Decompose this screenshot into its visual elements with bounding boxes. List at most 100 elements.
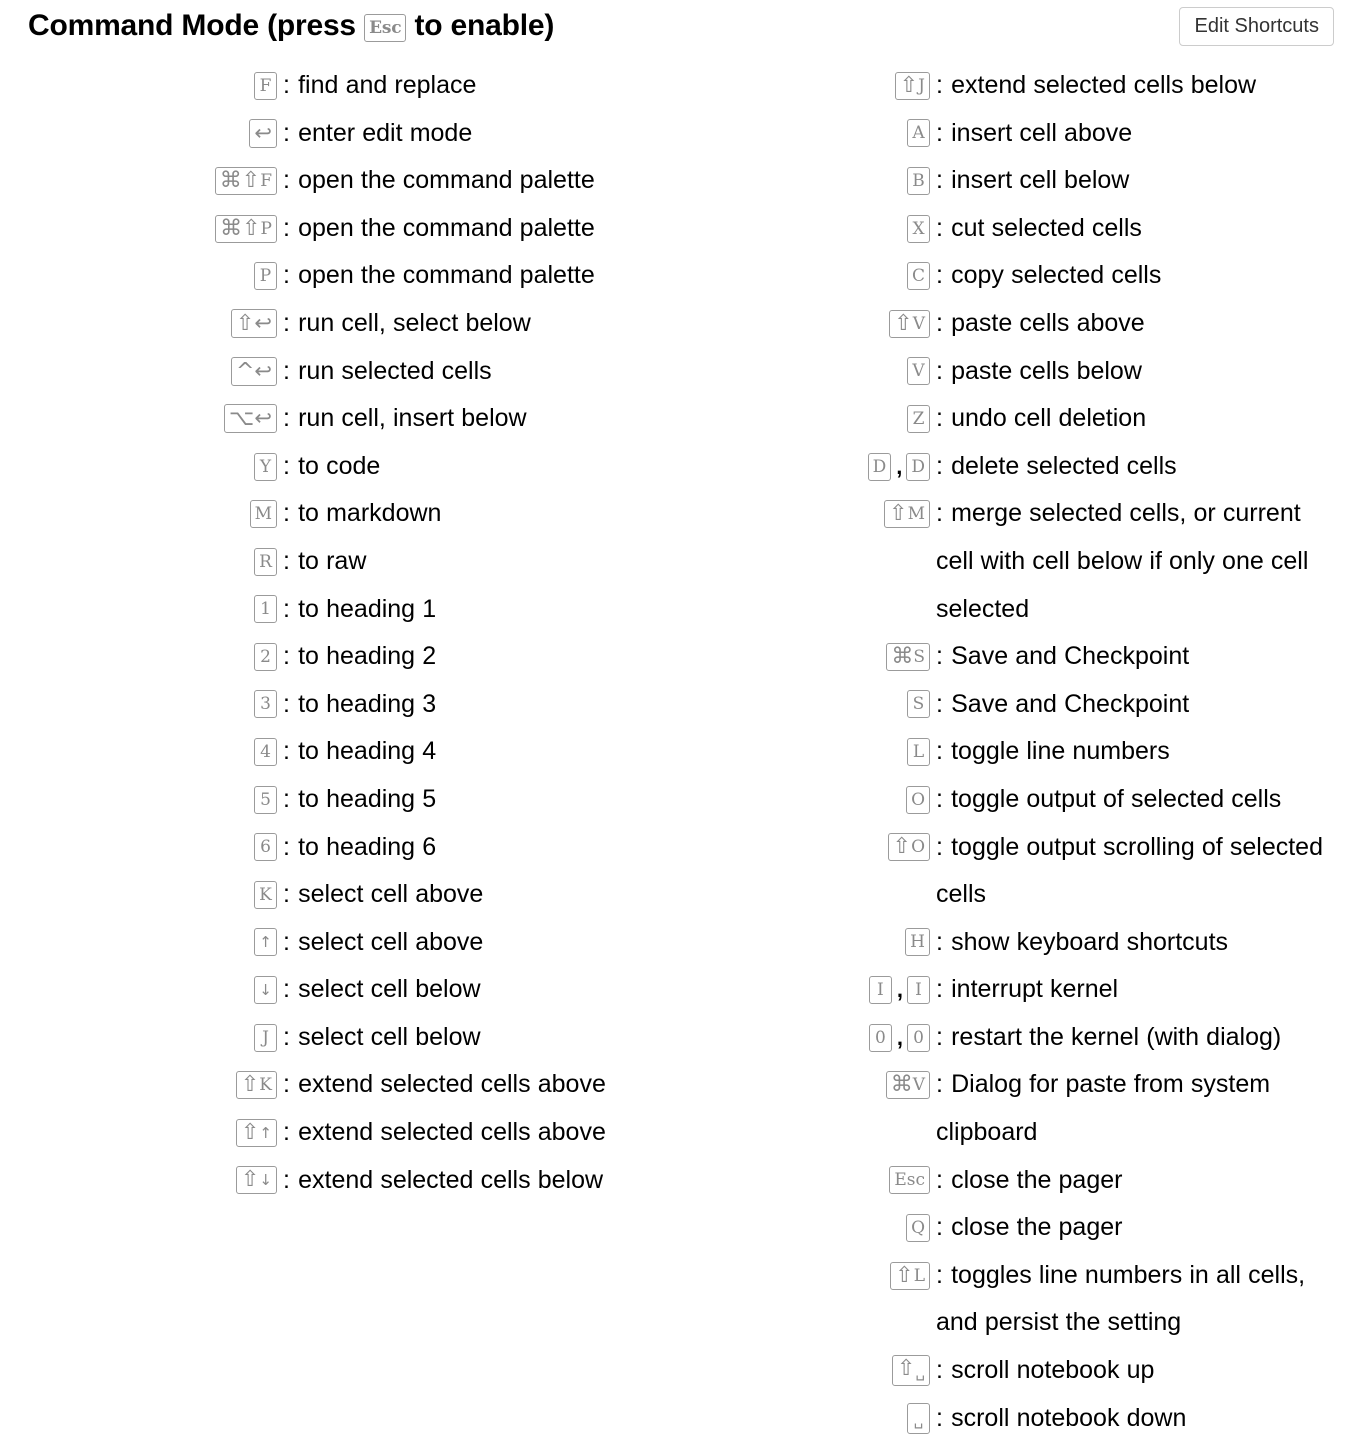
key-cap: ⇧↩: [230, 309, 277, 339]
shortcut-columns: F: find and replace ↩: enter edit mode ⌘⇧F…: [0, 62, 1350, 1442]
shortcut-row: 1: to heading 1: [0, 586, 675, 634]
colon-separator: :: [283, 1165, 290, 1194]
colon-separator: :: [936, 71, 943, 99]
key-cap: ⇧␣: [892, 1355, 930, 1387]
cmd-glyph: ⌘: [219, 167, 242, 193]
shortcut-row: ⌘⇧F: open the command palette: [0, 157, 675, 205]
shortcut-row: P: open the command palette: [0, 252, 675, 300]
key-cap: 0: [907, 1023, 930, 1052]
shortcut-description: : insert cell below: [930, 157, 1350, 205]
shortcut-description: : find and replace: [277, 62, 675, 110]
key-label: P: [260, 218, 272, 239]
shortcut-row: ␣: scroll notebook down: [675, 1395, 1350, 1442]
shortcut-row: ⇧↓: extend selected cells below: [0, 1157, 675, 1205]
colon-separator: :: [936, 356, 943, 385]
shortcut-row: Z: undo cell deletion: [675, 395, 1350, 443]
shortcut-description: : select cell below: [277, 966, 675, 1014]
page-title: Command Mode (press Esc to enable): [28, 6, 1332, 46]
key-label: H: [910, 932, 925, 953]
shortcut-description-text: to heading 1: [298, 594, 437, 623]
key-cap: K: [254, 880, 277, 909]
shortcut-row: S: Save and Checkpoint: [675, 681, 1350, 729]
key-label: L: [912, 742, 925, 763]
shortcut-keys: H: [675, 919, 930, 967]
shortcut-description: : to heading 5: [277, 776, 675, 824]
shortcut-row: M: to markdown: [0, 490, 675, 538]
shortcut-row: ⇧↑: extend selected cells above: [0, 1109, 675, 1157]
shortcut-row: 4: to heading 4: [0, 728, 675, 776]
shortcut-description-text: scroll notebook down: [951, 1403, 1187, 1432]
shortcut-description: : toggle output of selected cells: [930, 776, 1350, 824]
key-cap: R: [254, 547, 277, 576]
key-label: I: [877, 980, 884, 1001]
shortcut-description-text: to code: [298, 451, 381, 480]
shortcut-keys: ⇧V: [675, 300, 930, 348]
shortcut-description: : to heading 1: [277, 586, 675, 634]
colon-separator: :: [283, 356, 290, 385]
shortcut-keys: ⌘⇧F: [0, 157, 277, 205]
shortcut-description-text: select cell above: [298, 880, 484, 909]
shift-glyph: ⇧: [240, 1167, 260, 1193]
esc-key-label: Esc: [369, 18, 402, 38]
colon-separator: :: [283, 832, 290, 861]
colon-separator: :: [936, 737, 943, 766]
shortcut-keys: ⇧↑: [0, 1109, 277, 1157]
colon-separator: :: [283, 166, 290, 195]
key-label: S: [912, 694, 925, 715]
shortcut-description: : to heading 4: [277, 728, 675, 776]
colon-separator: :: [936, 166, 943, 195]
shortcut-description-text: delete selected cells: [951, 451, 1177, 480]
edit-shortcuts-button[interactable]: Edit Shortcuts: [1179, 7, 1334, 46]
shortcut-description: : insert cell above: [930, 110, 1350, 158]
key-cap: A: [907, 119, 930, 148]
shortcut-description: : run selected cells: [277, 348, 675, 396]
shortcut-description: : to markdown: [277, 490, 675, 538]
shortcut-description: : paste cells above: [930, 300, 1350, 348]
shortcut-row: D,D: delete selected cells: [675, 443, 1350, 491]
shortcut-row: ⌘V: Dialog for paste from system clipboa…: [675, 1061, 1350, 1156]
key-cap: ⇧O: [887, 833, 930, 862]
shortcut-description-text: extend selected cells below: [951, 71, 1257, 99]
key-cap: Q: [906, 1214, 930, 1243]
shortcut-row: ⇧O: toggle output scrolling of selected …: [675, 824, 1350, 919]
shortcut-description-text: open the command palette: [298, 166, 595, 195]
shortcut-description-text: restart the kernel (with dialog): [951, 1022, 1282, 1051]
shortcut-keys: S: [675, 681, 930, 729]
colon-separator: :: [283, 546, 290, 575]
shortcut-description: : interrupt kernel: [930, 966, 1350, 1014]
key-cap: V: [907, 357, 930, 386]
key-label: J: [918, 75, 925, 96]
shortcut-keys: D, D: [675, 443, 930, 491]
shortcut-row: ^↩: run selected cells: [0, 348, 675, 396]
shift-glyph: ⇧: [242, 215, 261, 241]
shortcut-keys: Y: [0, 443, 277, 491]
shortcut-row: ⇧V: paste cells above: [675, 300, 1350, 348]
shortcut-description-text: select cell below: [298, 975, 481, 1004]
shortcut-description: : extend selected cells above: [277, 1109, 675, 1157]
colon-separator: :: [936, 451, 943, 480]
shortcut-keys: X: [675, 205, 930, 253]
return-glyph: ↩: [254, 311, 272, 336]
key-label: O: [911, 837, 925, 858]
shortcut-keys: 4: [0, 728, 277, 776]
shortcut-description: : copy selected cells: [930, 252, 1350, 300]
shortcut-keys: 1: [0, 586, 277, 634]
shortcut-keys: F: [0, 62, 277, 110]
shortcut-description-text: close the pager: [951, 1213, 1123, 1242]
shortcut-description: : to heading 2: [277, 633, 675, 681]
shortcut-description-text: toggles line numbers in all cells, and p…: [936, 1260, 1306, 1337]
shortcut-keys: B: [675, 157, 930, 205]
key-cap: H: [905, 928, 930, 957]
shortcut-description: : open the command palette: [277, 157, 675, 205]
key-cap: ↩: [249, 118, 277, 148]
cmd-glyph: ⌘: [891, 643, 914, 669]
shortcut-row: ⌥↩: run cell, insert below: [0, 395, 675, 443]
colon-separator: :: [283, 880, 290, 909]
shortcut-row: ⌘⇧P: open the command palette: [0, 205, 675, 253]
colon-separator: :: [283, 1022, 290, 1051]
shortcut-description-text: copy selected cells: [951, 261, 1162, 290]
shortcut-keys: ⇧M: [675, 490, 930, 538]
shortcut-description-text: run selected cells: [298, 356, 492, 385]
key-label: 2: [260, 646, 271, 667]
shortcut-description: : run cell, insert below: [277, 395, 675, 443]
